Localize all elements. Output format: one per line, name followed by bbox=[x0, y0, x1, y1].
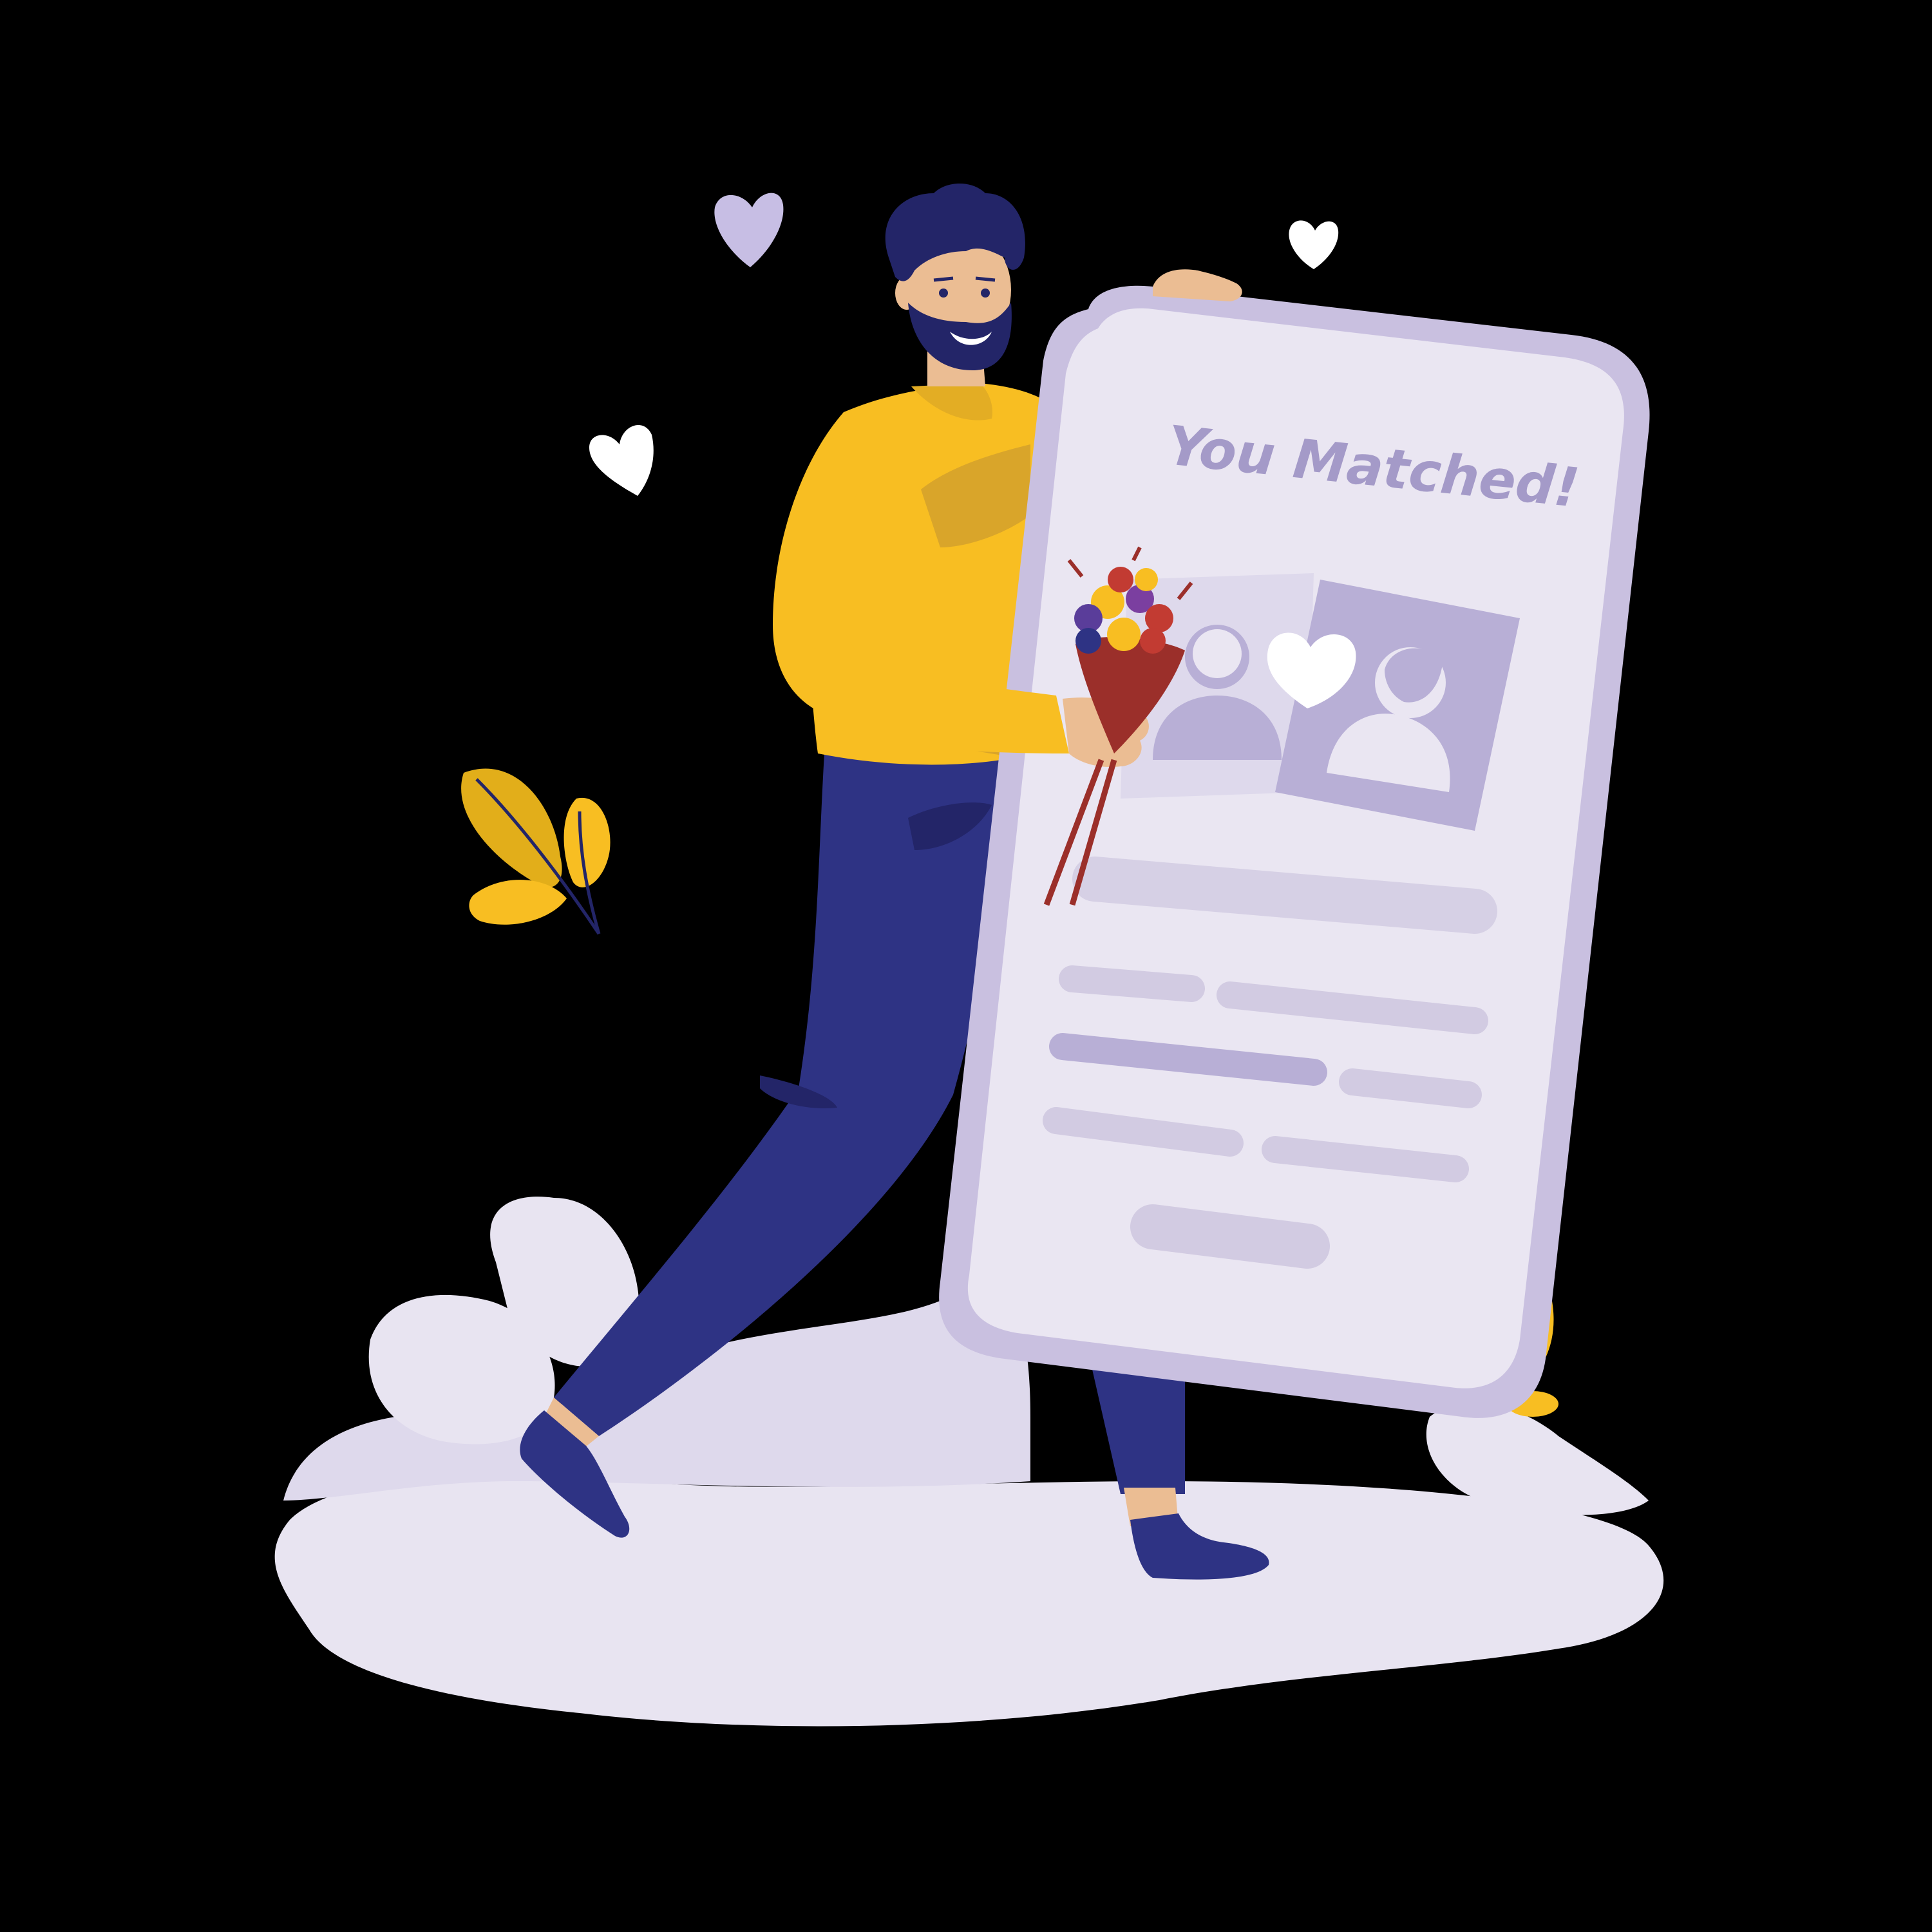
placeholder-line bbox=[1262, 1136, 1469, 1182]
phone: You Matched! bbox=[939, 285, 1650, 1418]
placeholder-line bbox=[1072, 857, 1497, 934]
placeholder-line bbox=[1130, 1204, 1330, 1269]
placeholder-line bbox=[1059, 965, 1205, 1002]
placeholder-line bbox=[1339, 1068, 1482, 1108]
dating-match-illustration: You Matched! bbox=[0, 0, 1932, 1932]
